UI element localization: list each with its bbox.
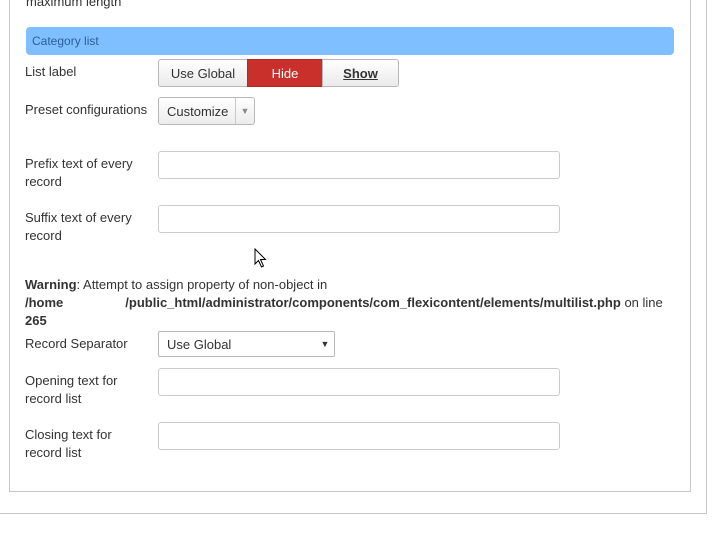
prefix-input[interactable] — [158, 151, 560, 179]
preset-label: Preset configurations — [25, 102, 148, 117]
prefix-label: Prefix text of every record — [25, 156, 133, 189]
separator-label: Record Separator — [25, 336, 128, 351]
opening-input[interactable] — [158, 368, 560, 396]
warning-path-start: /home — [25, 295, 64, 310]
suffix-label: Suffix text of every record — [25, 210, 132, 243]
chevron-down-icon: ▼ — [235, 98, 254, 124]
chevron-down-icon: ▼ — [320, 339, 330, 349]
preset-select[interactable]: Customize ▼ — [158, 97, 255, 125]
warning-path-end: /public_html/administrator/components/co… — [125, 295, 621, 310]
separator-select-value: Use Global — [167, 336, 232, 352]
closing-input[interactable] — [158, 422, 560, 450]
warning-message: : Attempt to assign property of non-obje… — [76, 277, 328, 292]
preset-select-value: Customize — [167, 103, 229, 119]
warning-title: Warning — [25, 277, 77, 292]
list-label-label: List label — [25, 64, 77, 79]
closing-label: Closing text for record list — [25, 427, 112, 460]
use-global-button[interactable]: Use Global — [158, 59, 248, 87]
section-title: Category list — [32, 34, 99, 48]
suffix-input[interactable] — [158, 205, 560, 233]
warning-on-line: on line — [620, 295, 663, 310]
show-button[interactable]: Show — [322, 59, 399, 87]
list-label-button-group: Use Global Hide Show — [158, 59, 399, 87]
separator-select[interactable]: Use Global ▼ — [158, 331, 335, 357]
hide-button[interactable]: Hide — [247, 59, 323, 87]
opening-label: Opening text for record list — [25, 373, 118, 406]
section-header: Category list — [26, 27, 674, 55]
cut-off-label: maximum length — [26, 0, 122, 9]
mouse-pointer-icon — [254, 248, 267, 268]
redacted-block — [63, 296, 126, 311]
warning-line-number: 265 — [25, 313, 47, 328]
php-warning: Warning: Attempt to assign property of n… — [25, 276, 685, 330]
